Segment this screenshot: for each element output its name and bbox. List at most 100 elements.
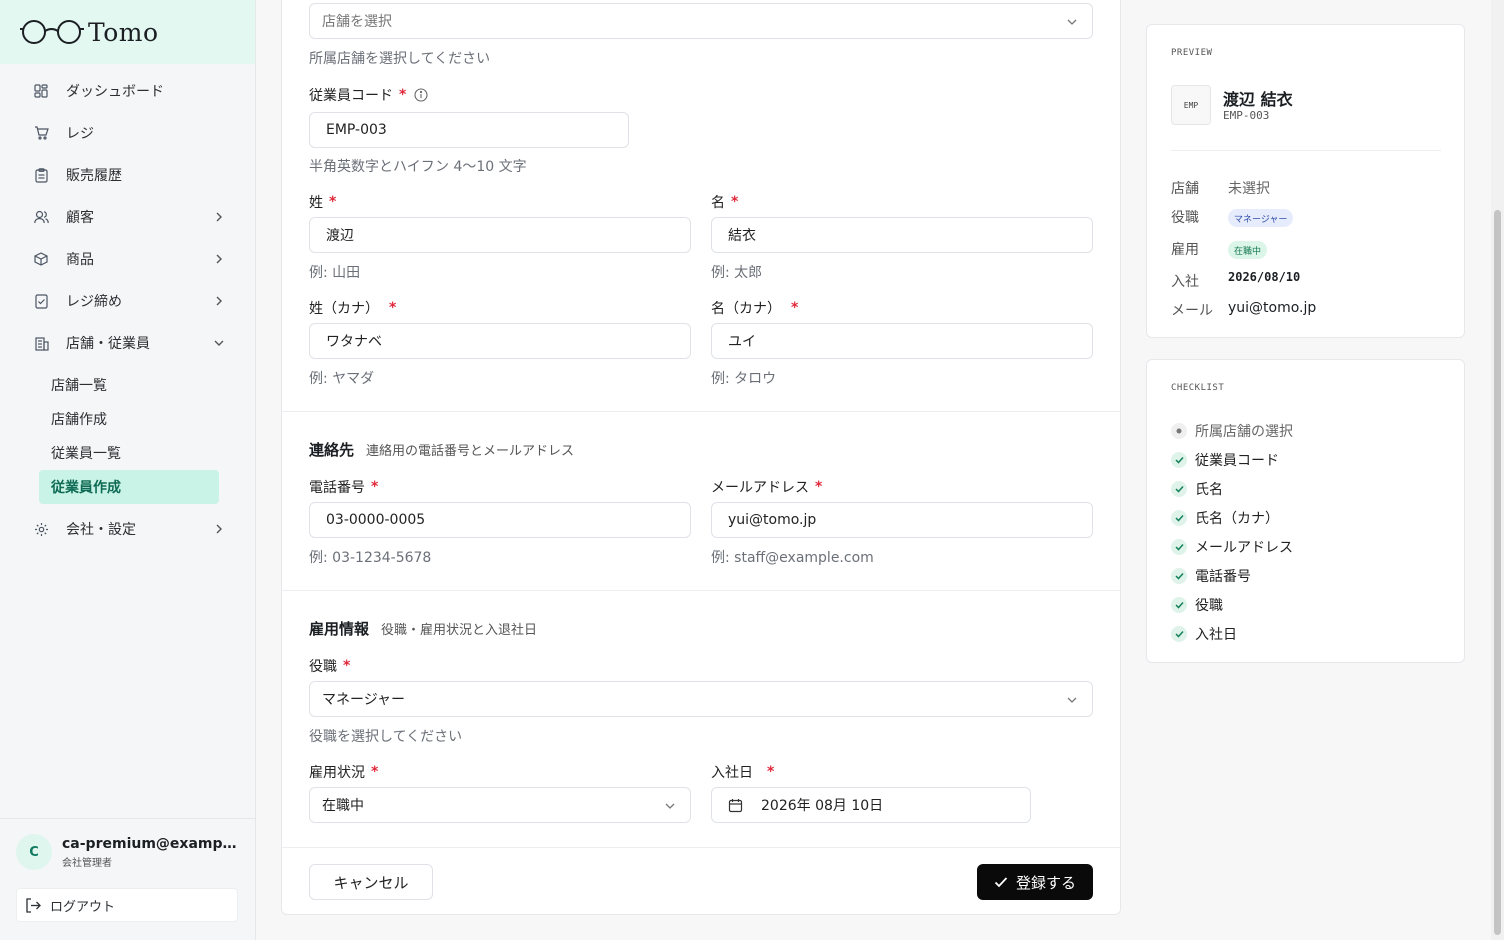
employment-section-header: 雇用情報 役職・雇用状況と入退社日	[309, 618, 537, 639]
nav-item-company-settings[interactable]: 会社・設定	[0, 508, 255, 550]
preview-panel: PREVIEW EMP 渡辺 結衣 EMP-003 店舗 未選択 役職 マネージ…	[1146, 24, 1465, 338]
user-profile[interactable]: C ca-premium@example.com 会社管理者	[16, 834, 239, 870]
status-label-text: 雇用状況	[309, 765, 365, 781]
last-name-kana-input[interactable]: ワタナベ	[309, 323, 691, 359]
nav-item-register[interactable]: レジ	[0, 112, 255, 154]
nav-item-sales-history[interactable]: 販売履歴	[0, 154, 255, 196]
submit-button[interactable]: 登録する	[977, 864, 1093, 900]
preview-caption: PREVIEW	[1171, 48, 1213, 58]
hire-date-label: 入社日 *	[711, 762, 774, 782]
checklist-item-label: 役職	[1195, 598, 1223, 614]
contact-section-header: 連絡先 連絡用の電話番号とメールアドレス	[309, 439, 574, 460]
preview-mail-value: yui@tomo.jp	[1228, 300, 1317, 316]
nav-item-stores-employees[interactable]: 店舗・従業員	[0, 322, 255, 364]
nav-item-products[interactable]: 商品	[0, 238, 255, 280]
nav-item-dashboard[interactable]: ダッシュボード	[0, 70, 255, 112]
checklist-item-label: 従業員コード	[1195, 453, 1279, 469]
position-select[interactable]: マネージャー	[309, 681, 1093, 717]
chevron-right-icon	[213, 523, 225, 535]
check-icon	[1171, 481, 1187, 497]
first-name-input[interactable]: 結衣	[711, 217, 1093, 253]
employee-form-card: 店舗を選択 所属店舗を選択してください 従業員コード * EMP-003 半角英…	[281, 0, 1121, 915]
avatar: C	[16, 834, 52, 870]
nav-item-label: 会社・設定	[66, 522, 136, 538]
preview-hire-value: 2026/08/10	[1228, 270, 1301, 284]
required-mark: *	[791, 300, 799, 316]
sub-item-store-list[interactable]: 店舗一覧	[39, 368, 219, 402]
checklist-item-label: 入社日	[1195, 627, 1237, 643]
last-name-kana-label-text: 姓（カナ）	[309, 301, 379, 317]
brand-header[interactable]: Tomo	[0, 0, 255, 64]
status-label: 雇用状況 *	[309, 762, 378, 782]
required-mark: *	[399, 87, 407, 103]
preview-position-key: 役職	[1171, 210, 1199, 226]
email-label-text: メールアドレス	[711, 480, 809, 496]
employee-code-input[interactable]: EMP-003	[309, 112, 629, 148]
last-name-input[interactable]: 渡辺	[309, 217, 691, 253]
submit-label: 登録する	[1015, 873, 1076, 892]
email-label: メールアドレス *	[711, 477, 822, 497]
preview-status-badge: 在職中	[1228, 241, 1268, 259]
email-input[interactable]: yui@tomo.jp	[711, 502, 1093, 538]
checklist-item-label: 氏名	[1195, 482, 1223, 498]
checklist-icon	[33, 293, 49, 309]
contact-section-title: 連絡先	[309, 441, 355, 459]
chevron-right-icon	[213, 253, 225, 265]
user-area: C ca-premium@example.com 会社管理者 ログアウト	[0, 818, 255, 922]
nav-item-register-closing[interactable]: レジ締め	[0, 280, 255, 322]
cart-icon	[33, 125, 49, 141]
nav-item-label: レジ締め	[66, 294, 122, 310]
logout-label: ログアウト	[50, 899, 116, 915]
brand-name: Tomo	[88, 17, 159, 47]
employment-section-desc: 役職・雇用状況と入退社日	[381, 623, 538, 638]
checklist-item: 従業員コード	[1171, 450, 1279, 470]
checklist-item: 氏名	[1171, 479, 1223, 499]
sidebar: Tomo ダッシュボード レジ 販売履歴 顧客 商品 レジ締め 店舗・従業員 店…	[0, 0, 256, 940]
info-icon[interactable]	[414, 88, 428, 102]
status-select[interactable]: 在職中	[309, 787, 691, 823]
hire-date-label-text: 入社日	[711, 765, 753, 781]
footer-divider	[282, 847, 1120, 848]
employment-section-title: 雇用情報	[309, 620, 370, 638]
preview-store-key: 店舗	[1171, 181, 1199, 197]
page-scrollbar[interactable]	[1491, 0, 1504, 940]
user-role: 会社管理者	[62, 857, 112, 869]
first-name-label-text: 名	[711, 195, 725, 211]
phone-label: 電話番号 *	[309, 477, 378, 497]
checklist-item-label: 氏名（カナ）	[1195, 511, 1279, 527]
phone-input[interactable]: 03-0000-0005	[309, 502, 691, 538]
preview-hire-key: 入社	[1171, 274, 1199, 290]
gear-icon	[33, 521, 49, 537]
employee-thumbnail: EMP	[1171, 85, 1211, 125]
checklist-item: 入社日	[1171, 624, 1237, 644]
employee-code-label: 従業員コード *	[309, 85, 428, 105]
position-hint: 役職を選択してください	[309, 729, 463, 745]
cancel-button[interactable]: キャンセル	[309, 864, 433, 900]
nav-item-customers[interactable]: 顧客	[0, 196, 255, 238]
preview-mail-key: メール	[1171, 303, 1213, 319]
sub-item-employee-list[interactable]: 従業員一覧	[39, 436, 219, 470]
phone-label-text: 電話番号	[309, 480, 365, 496]
required-mark: *	[731, 194, 739, 210]
chevron-down-icon	[213, 337, 225, 349]
sub-item-store-create[interactable]: 店舗作成	[39, 402, 219, 436]
logout-button[interactable]: ログアウト	[16, 888, 238, 922]
first-name-kana-input[interactable]: ユイ	[711, 323, 1093, 359]
checklist-item: 所属店舗の選択	[1171, 421, 1293, 441]
user-email: ca-premium@example.com	[62, 835, 237, 852]
preview-position-badge: マネージャー	[1228, 209, 1294, 227]
store-select[interactable]: 店舗を選択	[309, 3, 1093, 39]
chevron-down-icon	[1066, 16, 1078, 28]
package-icon	[33, 251, 49, 267]
check-icon	[994, 876, 1008, 888]
glasses-logo-icon	[20, 20, 84, 44]
main-nav: ダッシュボード レジ 販売履歴 顧客 商品 レジ締め 店舗・従業員 店舗一覧 店…	[0, 64, 255, 550]
hire-date-picker[interactable]: 2026年 08月 10日	[711, 787, 1031, 823]
checklist-item-label: メールアドレス	[1195, 540, 1293, 556]
sub-item-employee-create[interactable]: 従業員作成	[39, 470, 219, 504]
status-select-value: 在職中	[322, 798, 364, 814]
scrollbar-thumb[interactable]	[1494, 210, 1501, 935]
last-name-label-text: 姓	[309, 195, 323, 211]
preview-divider	[1171, 150, 1441, 151]
dashboard-icon	[33, 83, 49, 99]
